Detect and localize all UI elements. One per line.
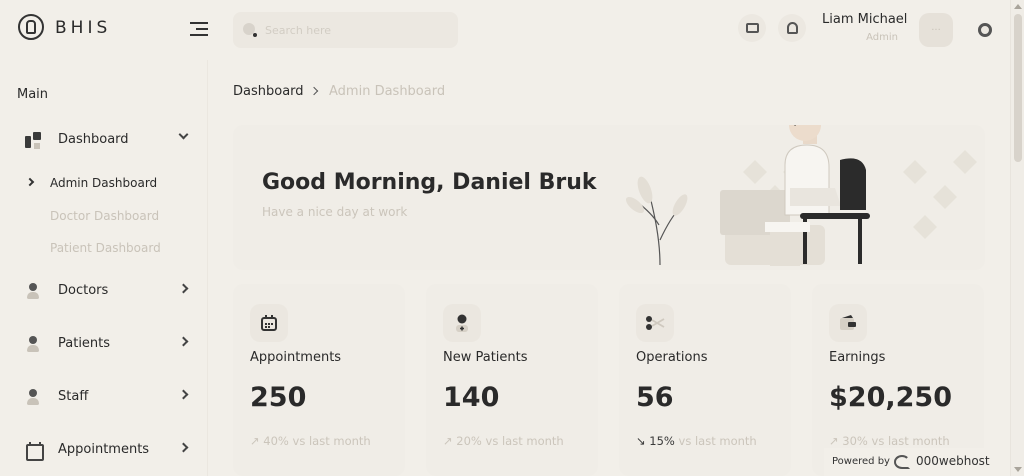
avatar[interactable]: ··· [919, 13, 953, 47]
stat-label: New Patients [443, 350, 528, 365]
webhost-logo-icon [894, 455, 910, 469]
arrow-down-icon: ↘ [636, 434, 646, 448]
stat-label: Appointments [250, 350, 342, 365]
page-scrollbar[interactable] [1010, 0, 1024, 476]
chevron-right-icon [178, 283, 189, 294]
breadcrumb-home[interactable]: Dashboard [233, 84, 304, 99]
stat-change: 20% [456, 434, 482, 448]
sidebar-item-label: Patients [58, 336, 111, 351]
stat-label: Operations [636, 350, 708, 365]
sidebar-item-label: Doctors [58, 283, 109, 298]
stat-card-appointments: Appointments 250 ↗ 40% vs last month [233, 284, 405, 476]
scroll-down-icon[interactable] [1014, 467, 1022, 472]
sidebar-item-dashboard[interactable]: Dashboard [0, 122, 208, 158]
patient-add-icon [443, 304, 481, 342]
sidebar-item-label: Dashboard [58, 132, 129, 147]
stat-label: Earnings [829, 350, 886, 365]
sidebar-item-appointments[interactable]: Appointments [0, 432, 208, 468]
chevron-right-icon [178, 389, 189, 400]
stat-card-operations: Operations 56 ↘ 15% vs last month [619, 284, 791, 476]
stat-card-new-patients: New Patients 140 ↗ 20% vs last month [426, 284, 598, 476]
chevron-right-icon [178, 336, 189, 347]
stat-value: 250 [250, 382, 307, 413]
stat-value: 56 [636, 382, 674, 413]
host-name: 000webhost [916, 454, 990, 468]
sidebar-item-label: Appointments [58, 442, 150, 457]
search-icon [243, 23, 257, 37]
stat-trend: ↘ 15% vs last month [636, 434, 757, 448]
stat-value: $20,250 [829, 382, 952, 413]
sidebar: Main Dashboard Admin Dashboard Doctor Da… [0, 60, 208, 476]
stat-suffix: vs last month [871, 434, 950, 448]
wallet-icon [829, 304, 867, 342]
calendar-icon [25, 442, 44, 461]
stat-change: 40% [263, 434, 289, 448]
stat-trend: ↗ 40% vs last month [250, 434, 371, 448]
doctor-at-laptop-illustration [625, 125, 977, 266]
sidebar-section-title: Main [17, 87, 49, 102]
gear-icon[interactable] [978, 23, 992, 37]
welcome-greeting: Good Morning, Daniel Bruk [262, 170, 597, 195]
sidebar-item-label: Staff [58, 389, 89, 404]
chevron-down-icon [178, 129, 189, 140]
sidebar-subitem-admin-dashboard[interactable]: Admin Dashboard [50, 176, 157, 190]
stat-trend: ↗ 30% vs last month [829, 434, 950, 448]
chevron-right-icon [178, 442, 189, 453]
mail-icon[interactable] [738, 14, 766, 42]
calendar-icon [250, 304, 288, 342]
welcome-card: Good Morning, Daniel Bruk Have a nice da… [233, 125, 985, 270]
dashboard-icon [25, 132, 41, 148]
sidebar-item-patients[interactable]: Patients [0, 326, 208, 362]
welcome-subtitle: Have a nice day at work [262, 205, 408, 219]
bell-icon[interactable] [778, 14, 806, 42]
sidebar-subitem-doctor-dashboard[interactable]: Doctor Dashboard [50, 209, 159, 223]
doctor-icon [25, 283, 41, 299]
menu-toggle-icon[interactable] [190, 22, 208, 36]
patient-icon [25, 336, 41, 352]
chevron-right-icon [25, 177, 35, 187]
scissors-icon [636, 304, 674, 342]
sidebar-item-doctors[interactable]: Doctors [0, 273, 208, 309]
arrow-up-icon: ↗ [250, 434, 260, 448]
stat-suffix: vs last month [678, 434, 757, 448]
stat-value: 140 [443, 382, 500, 413]
scroll-thumb[interactable] [1014, 14, 1022, 162]
stat-change: 30% [842, 434, 868, 448]
user-name[interactable]: Liam Michael [822, 12, 907, 27]
search-input[interactable] [265, 21, 445, 39]
stat-change: 15% [649, 434, 675, 448]
powered-by-badge[interactable]: Powered by 000webhost [824, 448, 1010, 476]
arrow-up-icon: ↗ [829, 434, 839, 448]
arrow-up-icon: ↗ [443, 434, 453, 448]
stat-trend: ↗ 20% vs last month [443, 434, 564, 448]
stat-suffix: vs last month [485, 434, 564, 448]
staff-icon [25, 389, 41, 405]
search-bar [233, 12, 458, 48]
top-header: BHIS Liam Michael Admin ··· [0, 0, 1010, 60]
stat-suffix: vs last month [292, 434, 371, 448]
scroll-up-icon[interactable] [1014, 4, 1022, 9]
breadcrumb-current: Admin Dashboard [329, 84, 446, 99]
brand-name[interactable]: BHIS [55, 18, 111, 38]
logo-icon[interactable] [18, 14, 44, 40]
user-role: Admin [866, 32, 898, 43]
chevron-right-icon [309, 86, 319, 96]
powered-by-label: Powered by [832, 456, 890, 467]
sidebar-subitem-patient-dashboard[interactable]: Patient Dashboard [50, 241, 161, 255]
sidebar-item-staff[interactable]: Staff [0, 379, 208, 415]
